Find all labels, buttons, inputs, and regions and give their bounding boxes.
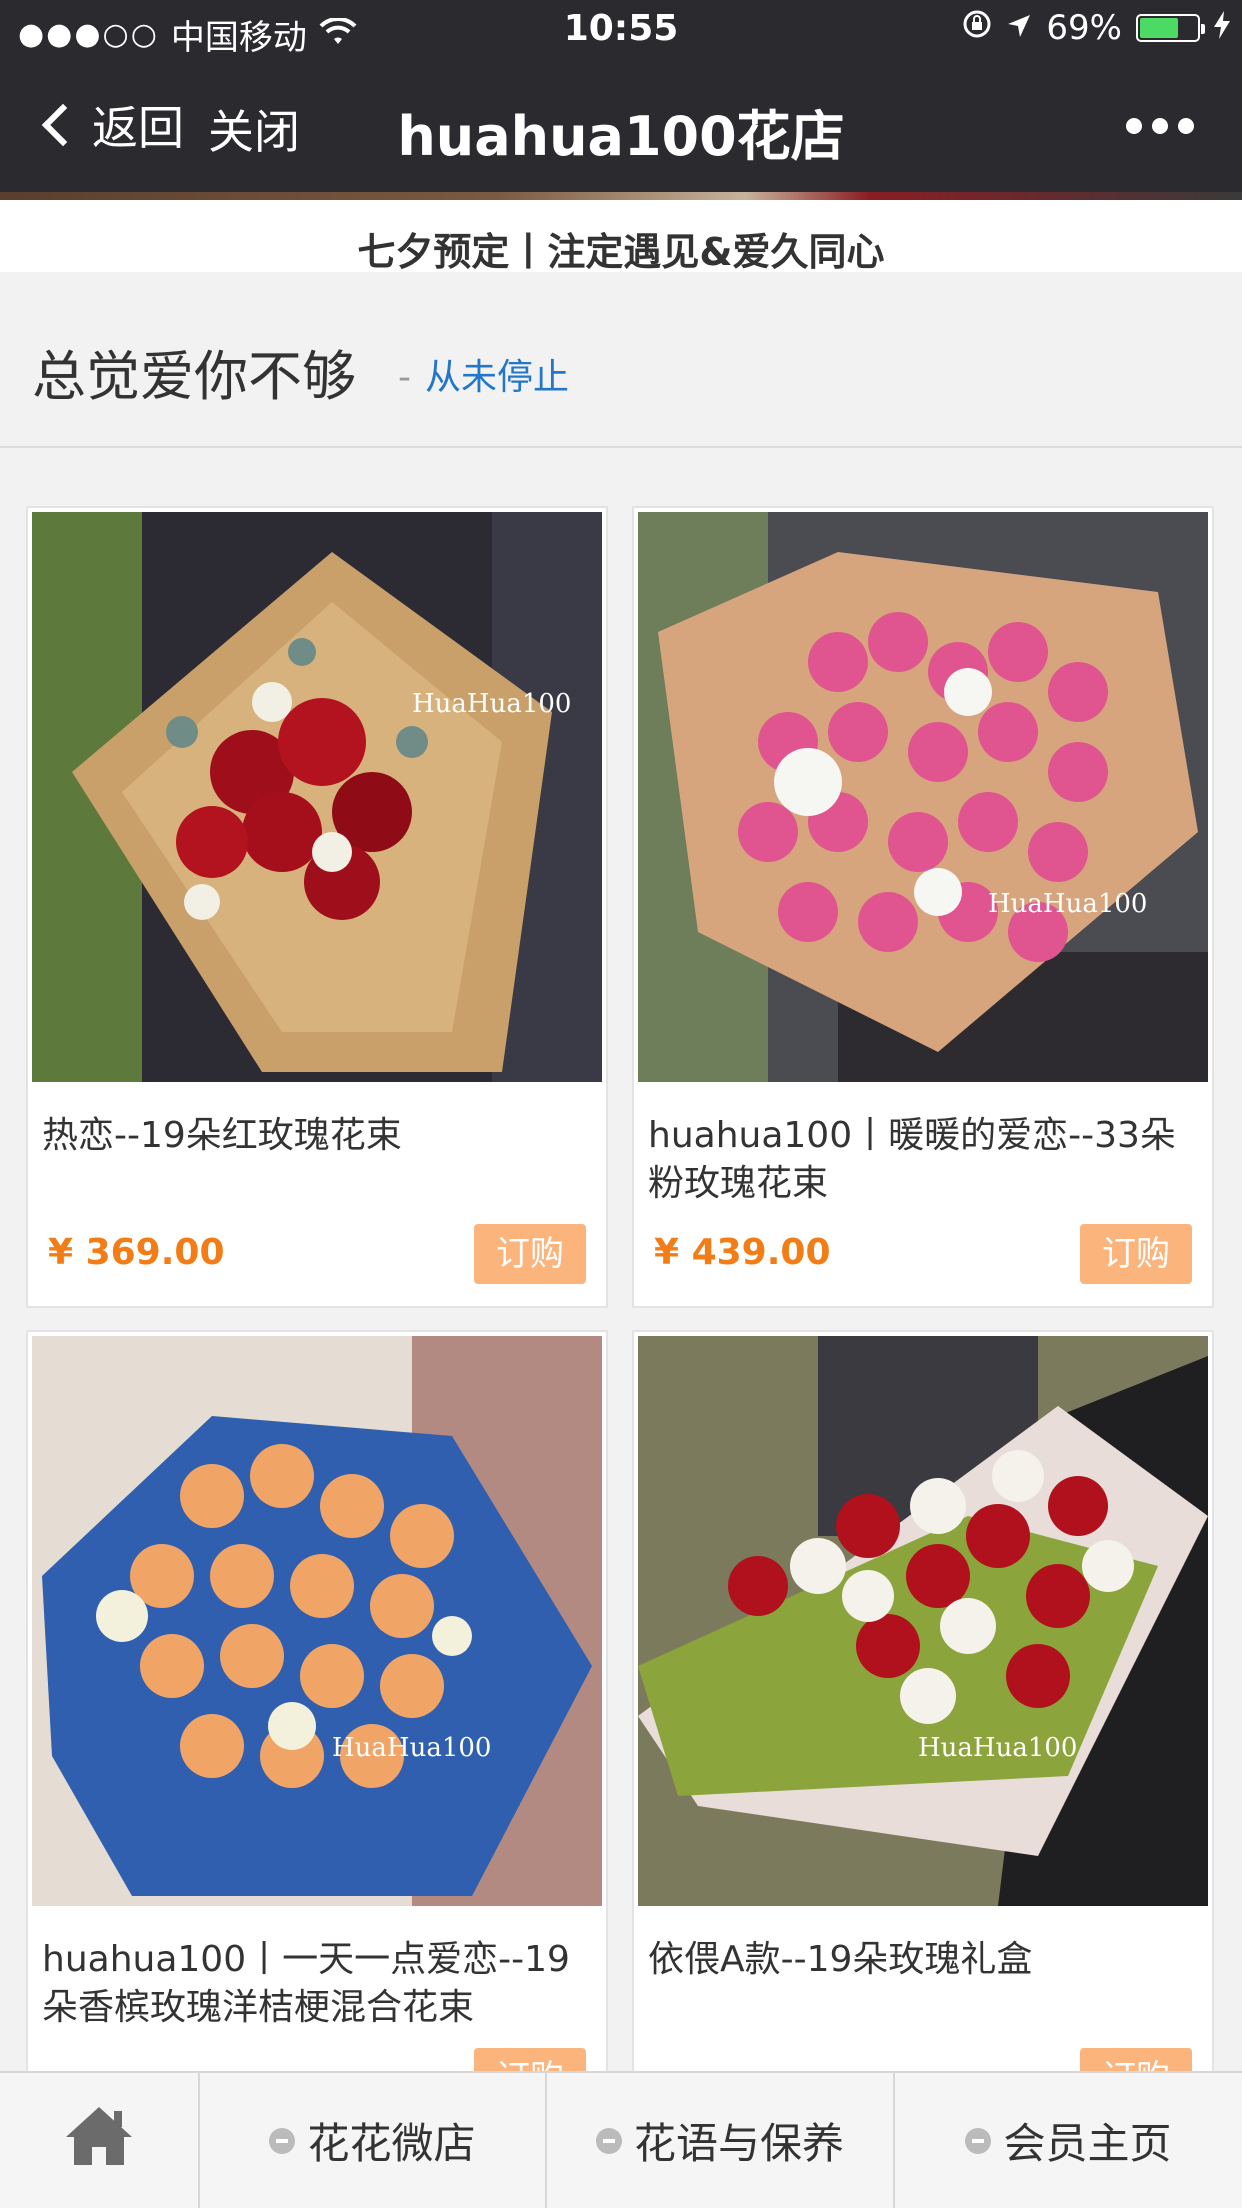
battery-icon [1136, 14, 1205, 42]
tab-member[interactable]: 会员主页 [895, 2073, 1242, 2208]
nav-bar: 返回 关闭 huahua100花店 [0, 62, 1242, 192]
minus-circle-icon [965, 2127, 992, 2154]
order-button[interactable]: 订购 [474, 1224, 586, 1284]
section-subtitle-link[interactable]: - 从未停止 [398, 348, 569, 400]
product-card[interactable]: HuaHua100 huahua100丨暖暖的爱恋--33朵粉玫瑰花束 ¥ 43… [632, 506, 1214, 1308]
product-name[interactable]: 热恋--19朵红玫瑰花束 [42, 1112, 592, 1160]
charging-icon [1214, 8, 1230, 48]
rose-gift-box-image[interactable]: HuaHua100 [638, 1336, 1208, 1906]
location-arrow-icon [1006, 8, 1032, 48]
product-price: ¥ 439.00 [654, 1232, 831, 1273]
order-button[interactable]: 订购 [1080, 2048, 1192, 2071]
product-card[interactable]: HuaHua100 huahua100丨一天一点爱恋--19朵香槟玫瑰洋桔梗混合… [26, 1330, 608, 2071]
section-subtitle: 从未停止 [425, 357, 570, 398]
order-button[interactable]: 订购 [474, 2048, 586, 2071]
tab-label: 花语与保养 [633, 2119, 844, 2168]
pink-rose-bouquet-image[interactable]: HuaHua100 [638, 512, 1208, 1082]
minus-circle-icon [269, 2127, 296, 2154]
banner-image-strip [0, 192, 1242, 200]
tab-weidian[interactable]: 花花微店 [200, 2073, 547, 2208]
watermark-text: HuaHua100 [988, 889, 1147, 919]
product-name[interactable]: huahua100丨一天一点爱恋--19朵香槟玫瑰洋桔梗混合花束 [42, 1936, 592, 2032]
battery-percent: 69% [1046, 8, 1122, 48]
red-rose-bouquet-image[interactable]: HuaHua100 [32, 512, 602, 1082]
status-bar: ●●●○○ 中国移动 10:55 69% [0, 0, 1242, 62]
champagne-rose-bouquet-image[interactable]: HuaHua100 [32, 1336, 602, 1906]
product-name[interactable]: huahua100丨暖暖的爱恋--33朵粉玫瑰花束 [648, 1112, 1198, 1208]
tab-label: 花花微店 [307, 2119, 476, 2168]
product-name[interactable]: 依偎A款--19朵玫瑰礼盒 [648, 1936, 1198, 1984]
product-card[interactable]: HuaHua100 依偎A款--19朵玫瑰礼盒 订购 [632, 1330, 1214, 2071]
product-price: ¥ 369.00 [48, 1232, 225, 1273]
more-options-icon[interactable] [1126, 118, 1194, 134]
product-grid: HuaHua100 热恋--19朵红玫瑰花束 ¥ 369.00 订购 HuaHu… [26, 506, 1216, 2071]
tab-label: 会员主页 [1003, 2119, 1172, 2168]
section-title: 总觉爱你不够 [32, 345, 356, 408]
tab-flower-care[interactable]: 花语与保养 [547, 2073, 895, 2208]
order-button[interactable]: 订购 [1080, 1224, 1192, 1284]
product-card[interactable]: HuaHua100 热恋--19朵红玫瑰花束 ¥ 369.00 订购 [26, 506, 608, 1308]
watermark-text: HuaHua100 [918, 1733, 1077, 1763]
tab-home[interactable] [0, 2073, 200, 2208]
watermark-text: HuaHua100 [332, 1733, 491, 1763]
minus-circle-icon [595, 2127, 622, 2154]
orientation-lock-icon [962, 8, 992, 48]
page-title: huahua100花店 [397, 105, 845, 168]
status-right-group: 69% [962, 8, 1230, 48]
section-header: 总觉爱你不够 - 从未停止 [0, 272, 1242, 448]
section-dash: - [398, 357, 411, 398]
watermark-text: HuaHua100 [412, 689, 571, 719]
promo-banner-text[interactable]: 七夕预定丨注定遇见&爱久同心 [0, 200, 1242, 272]
home-icon [64, 2103, 134, 2179]
battery-fill [1140, 18, 1179, 38]
bottom-tab-bar: 花花微店 花语与保养 会员主页 [0, 2071, 1242, 2208]
